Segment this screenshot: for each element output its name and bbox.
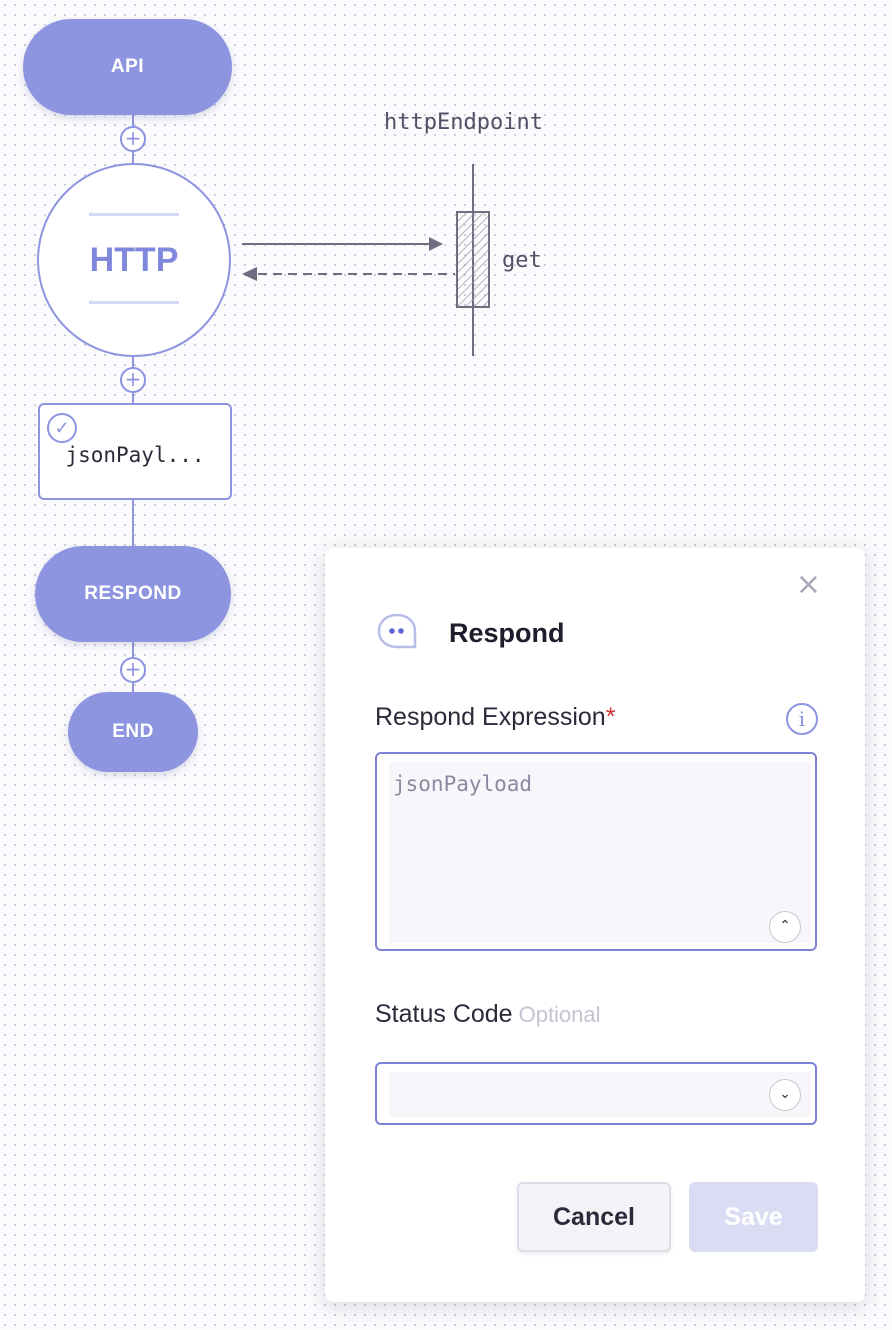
status-code-select[interactable]: ⌄ [375,1062,817,1125]
endpoint-name-label: httpEndpoint [384,110,543,135]
respond-icon [377,613,417,649]
api-node-label: API [110,56,145,77]
http-node-label: HTTP [89,240,179,279]
respond-node[interactable]: RESPOND [35,546,231,642]
save-button[interactable]: Save [689,1182,818,1252]
api-start-node[interactable]: API [23,19,232,115]
info-icon[interactable]: i [786,703,818,735]
end-node[interactable]: END [68,692,198,772]
variable-node-label: jsonPayl... [65,443,205,467]
end-node-label: END [112,721,154,742]
add-step-button[interactable]: + [120,657,146,683]
endpoint-method-label: get [502,248,542,273]
respond-node-label: RESPOND [84,583,182,604]
endpoint-lifeline-diagram [242,164,490,356]
chevron-down-icon[interactable]: ⌄ [769,1079,801,1111]
add-step-button[interactable]: + [120,126,146,152]
connector-json-respond [132,499,134,549]
respond-config-panel: × Respond Respond Expression* i jsonPayl… [325,548,865,1302]
status-code-value[interactable] [389,1072,811,1117]
plus-icon: + [124,657,142,681]
close-icon[interactable]: × [796,570,821,600]
http-connector-node[interactable]: HTTP [37,163,231,357]
variable-node-jsonpayload[interactable]: ✓ jsonPayl... [38,403,232,500]
plus-icon: + [124,367,142,391]
optional-hint: Optional [518,1002,601,1027]
add-step-button[interactable]: + [120,367,146,393]
required-marker: * [605,703,616,731]
http-node-bar-top [89,213,179,216]
http-node-bar-bottom [89,301,179,304]
respond-expression-input[interactable]: jsonPayload ⌃ [375,752,817,951]
check-icon: ✓ [47,413,77,443]
respond-expression-value[interactable]: jsonPayload [389,762,811,943]
panel-title: Respond [449,618,565,648]
chevron-up-icon[interactable]: ⌃ [769,911,801,943]
respond-expression-label: Respond Expression* [375,703,616,731]
status-code-label: Status Code Optional [375,1000,601,1028]
plus-icon: + [124,126,142,150]
cancel-button[interactable]: Cancel [517,1182,671,1252]
